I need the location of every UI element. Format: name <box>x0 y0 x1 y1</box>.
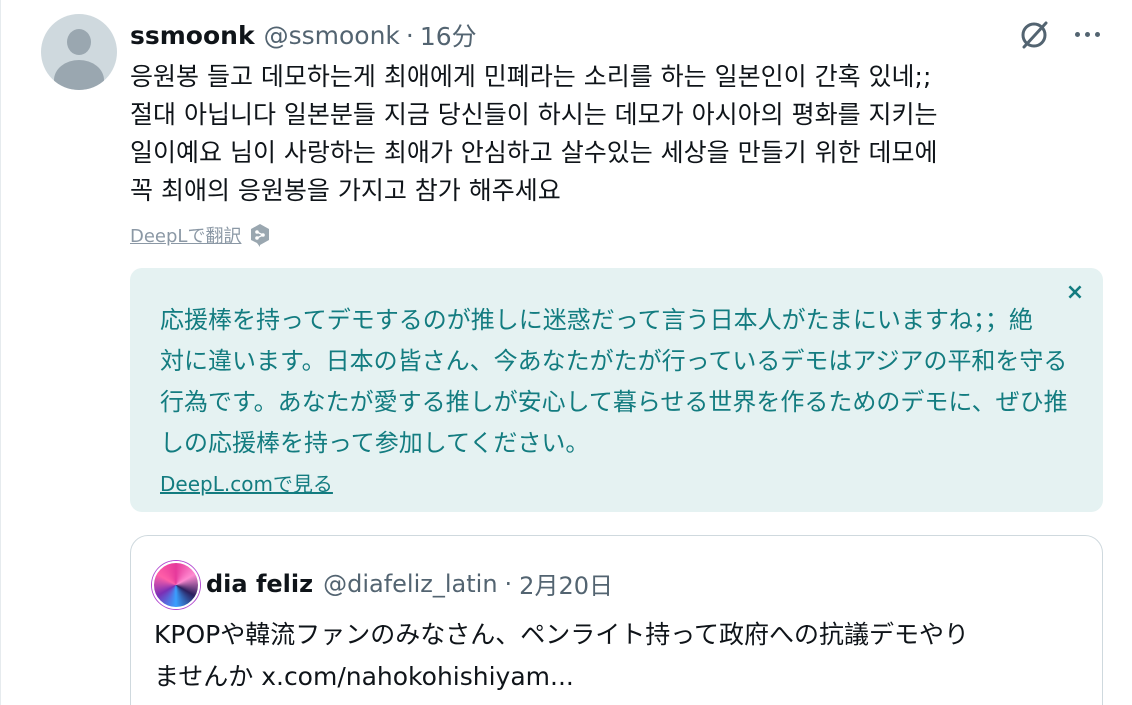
tweet-container: ssmoonk @ssmoonk · 16分 응원봉 들고 데모하는게 최애에게… <box>0 0 1132 705</box>
tweet-text-line: 일이예요 님이 사랑하는 최애가 안심하고 살수있는 세상을 만들기 위한 데모… <box>130 138 938 167</box>
user-handle[interactable]: @ssmoonk <box>264 21 400 50</box>
deepl-source-link[interactable]: DeepL.comで見る <box>160 468 333 497</box>
avatar-head-shape <box>67 29 91 55</box>
user-avatar[interactable] <box>41 14 117 90</box>
tweet-text-line: 응원봉 들고 데모하는게 최애에게 민폐라는 소리를 하는 일본인이 간혹 있네… <box>130 62 932 91</box>
close-icon[interactable]: × <box>1064 282 1086 304</box>
avatar-shoulders-shape <box>54 60 104 90</box>
quoted-text-line: ませんか x.com/nahokohishiyam... <box>154 662 574 691</box>
quoted-tweet-text: KPOPや韓流ファンのみなさん、ペンライト持って政府への抗議デモやり ませんか … <box>154 614 1084 698</box>
tweet-header: ssmoonk @ssmoonk · 16分 <box>130 18 477 52</box>
translation-line: 対に違います。日本の皆さん、今あなたがたが行っているデモはアジアの平和を守る <box>160 347 1068 375</box>
tweet-text-line: 꼭 최애의 응원봉을 가지고 참가 해주세요 <box>130 176 561 205</box>
translation-text: 応援棒を持ってデモするのが推しに迷惑だって言う日本人がたまにいますね；；絶 対に… <box>160 300 1068 464</box>
quoted-tweet-header: dia feliz @diafeliz_latin · 2月20日 <box>206 566 613 601</box>
timestamp[interactable]: 16分 <box>420 17 477 53</box>
grok-icon[interactable] <box>1017 18 1051 52</box>
separator-dot: · <box>405 20 414 50</box>
deepl-icon <box>249 223 271 247</box>
more-horizontal-icon[interactable] <box>1067 22 1107 46</box>
translation-line: しの応援棒を持って参加してください。 <box>160 429 590 457</box>
display-name[interactable]: ssmoonk <box>130 21 255 50</box>
quoted-tweet-card[interactable]: dia feliz @diafeliz_latin · 2月20日 KPOPや韓… <box>130 535 1103 705</box>
translate-row: DeepLで翻訳 <box>130 222 271 248</box>
tweet-text-line: 절대 아닙니다 일본분들 지금 당신들이 하시는 데모가 아시아의 평화를 지키… <box>130 100 938 129</box>
separator-dot: · <box>504 569 513 598</box>
quoted-display-name[interactable]: dia feliz <box>206 570 313 598</box>
quoted-timestamp[interactable]: 2月20日 <box>519 566 613 601</box>
quoted-user-handle[interactable]: @diafeliz_latin <box>323 570 497 598</box>
translate-link[interactable]: DeepLで翻訳 <box>130 222 241 248</box>
quoted-user-avatar[interactable] <box>152 561 200 609</box>
quoted-text-line: KPOPや韓流ファンのみなさん、ペンライト持って政府への抗議デモやり <box>154 620 969 649</box>
tweet-text: 응원봉 들고 데모하는게 최애에게 민폐라는 소리를 하는 일본인이 간혹 있네… <box>130 58 1120 210</box>
translation-line: 行為です。あなたが愛する推しが安心して暮らせる世界を作るためのデモに、ぜひ推 <box>160 388 1068 416</box>
translation-panel: × 応援棒を持ってデモするのが推しに迷惑だって言う日本人がたまにいますね；；絶 … <box>130 268 1103 512</box>
translation-line: 応援棒を持ってデモするのが推しに迷惑だって言う日本人がたまにいますね；；絶 <box>160 306 1033 334</box>
